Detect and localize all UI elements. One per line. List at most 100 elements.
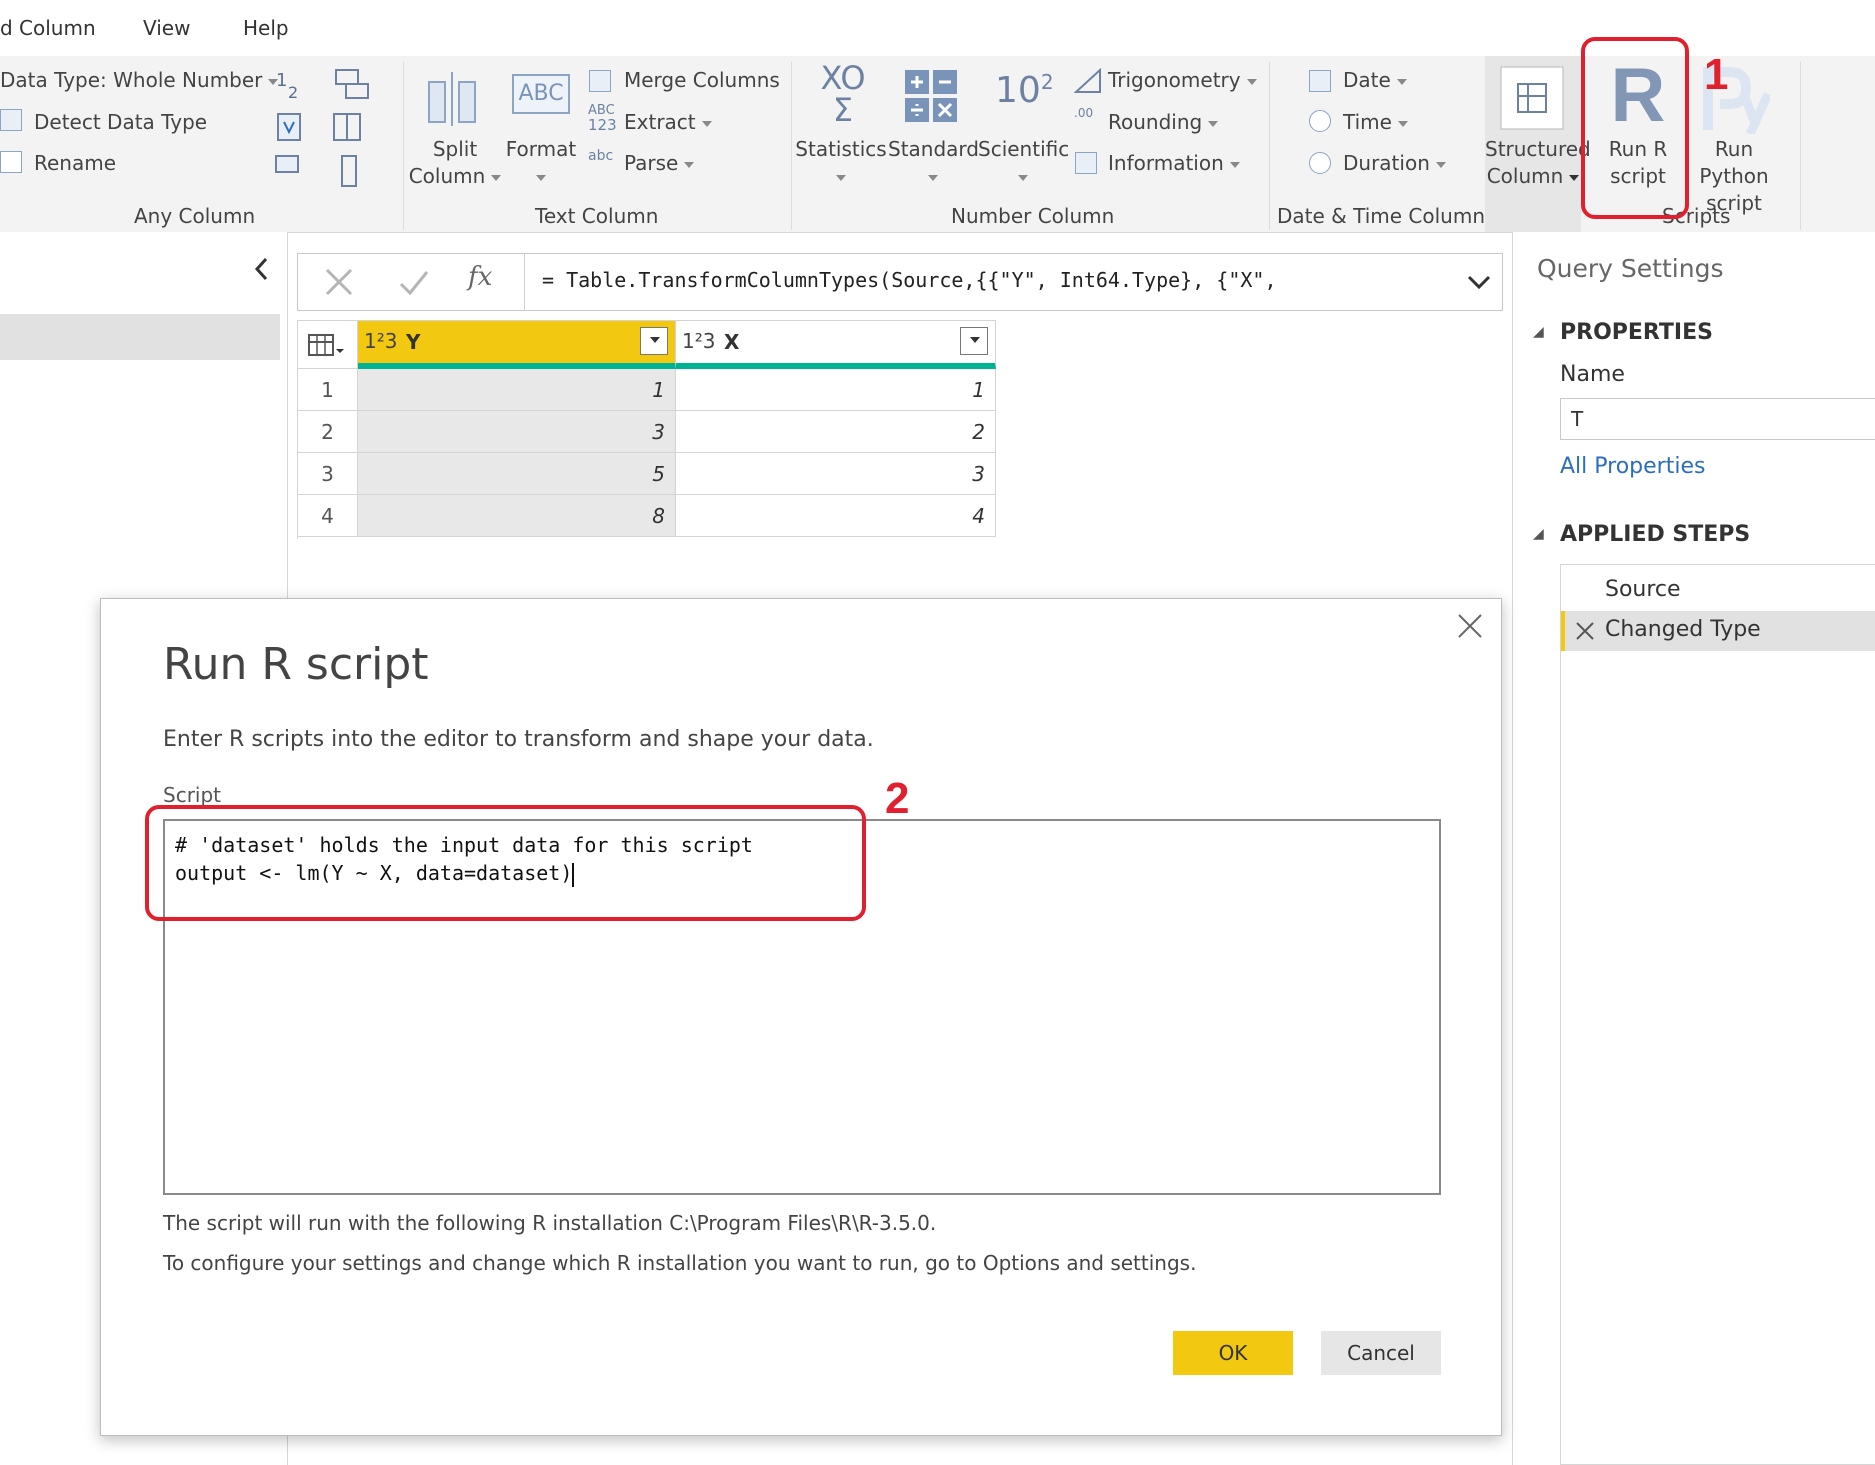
structured-column-label-line1: Structured	[1485, 137, 1591, 161]
cancel-x-icon[interactable]	[323, 266, 355, 298]
duration-label: Duration	[1343, 151, 1430, 175]
standard-icon	[905, 70, 957, 122]
time-label: Time	[1343, 110, 1392, 134]
datetime-column-group-label: Date & Time Column	[1277, 204, 1486, 228]
scientific-button[interactable]: Scientific	[978, 136, 1069, 190]
cell-x[interactable]: 3	[676, 453, 996, 495]
cell-y[interactable]: 5	[358, 453, 676, 495]
table-row[interactable]: 1 1 1	[298, 369, 996, 411]
extract-button[interactable]: Extract	[624, 110, 712, 134]
cell-y[interactable]: 8	[358, 495, 676, 537]
text-column-group-label: Text Column	[535, 204, 659, 228]
collapse-triangle-icon[interactable]: ◢	[1533, 526, 1544, 542]
data-type-dropdown[interactable]: Data Type: Whole Number	[0, 68, 279, 92]
group-divider	[791, 62, 792, 230]
cell-x[interactable]: 4	[676, 495, 996, 537]
collapse-triangle-icon[interactable]: ◢	[1533, 324, 1544, 340]
clock-icon	[1309, 110, 1331, 132]
split-column-label-line1: Split	[432, 137, 478, 161]
information-button[interactable]: Information	[1108, 151, 1240, 175]
expand-formula-chevron-down-icon[interactable]	[1466, 272, 1492, 292]
fx-icon[interactable]: fx	[468, 262, 492, 292]
chevron-down-icon	[1569, 174, 1580, 181]
trigonometry-button[interactable]: Trigonometry	[1108, 68, 1257, 92]
information-icon	[1075, 152, 1097, 174]
name-input[interactable]: T	[1560, 398, 1875, 440]
column-header-x-label: X	[724, 330, 740, 354]
merge-columns-button[interactable]: Merge Columns	[624, 68, 780, 92]
format-button[interactable]: Format	[505, 136, 577, 190]
chevron-down-icon	[1229, 161, 1240, 168]
group-divider	[1800, 62, 1801, 230]
menu-help[interactable]: Help	[243, 16, 289, 40]
any-column-icon-cluster[interactable]: 1 2	[272, 64, 392, 194]
cell-x[interactable]: 2	[676, 411, 996, 453]
menu-view[interactable]: View	[143, 16, 190, 40]
split-column-label-line2: Column	[408, 164, 486, 188]
date-button[interactable]: Date	[1343, 68, 1407, 92]
table-row[interactable]: 4 8 4	[298, 495, 996, 537]
commit-check-icon[interactable]	[398, 266, 430, 298]
query-settings-title: Query Settings	[1537, 254, 1724, 283]
duration-button[interactable]: Duration	[1343, 151, 1446, 175]
cell-y[interactable]: 3	[358, 411, 676, 453]
step-label: Changed Type	[1605, 617, 1761, 642]
annotation-marker-2: 2	[885, 774, 910, 823]
merge-columns-icon	[589, 70, 611, 92]
step-item-selected[interactable]: Changed Type	[1561, 611, 1875, 651]
dialog-description: Enter R scripts into the editor to trans…	[163, 727, 874, 752]
column-header-y[interactable]: 1²3 Y	[358, 321, 676, 369]
formula-text[interactable]: = Table.TransformColumnTypes(Source,{{"Y…	[542, 268, 1277, 292]
step-item[interactable]: Source	[1561, 571, 1875, 611]
standard-label: Standard	[888, 137, 979, 161]
type-badge-whole-number[interactable]: 1²3	[364, 329, 397, 353]
rounding-icon-text: .00	[1074, 106, 1094, 120]
all-properties-link[interactable]: All Properties	[1560, 454, 1705, 479]
parse-button[interactable]: Parse	[624, 151, 695, 175]
cell-y[interactable]: 1	[358, 369, 676, 411]
rename-icon	[0, 151, 22, 173]
menu-add-column[interactable]: d Column	[0, 16, 96, 40]
filter-dropdown-y[interactable]	[640, 327, 668, 355]
statistics-button[interactable]: Statistics	[795, 136, 887, 190]
applied-steps-list: Source Changed Type	[1560, 564, 1875, 1465]
table-menu-corner[interactable]	[298, 321, 358, 369]
trigonometry-label: Trigonometry	[1108, 68, 1241, 92]
column-header-x[interactable]: 1²3 X	[676, 321, 996, 369]
time-button[interactable]: Time	[1343, 110, 1408, 134]
delete-step-x-icon[interactable]	[1575, 621, 1595, 641]
table-row[interactable]: 3 5 3	[298, 453, 996, 495]
collapse-chevron-left-icon[interactable]	[252, 256, 272, 282]
step-label: Source	[1605, 577, 1681, 602]
extract-label: Extract	[624, 110, 696, 134]
standard-button[interactable]: Standard	[888, 136, 979, 190]
statistics-icon: XO Σ	[813, 62, 873, 126]
rounding-icon: .00	[1074, 106, 1093, 120]
number-column-group-label: Number Column	[951, 204, 1115, 228]
chevron-down-icon	[970, 337, 980, 343]
split-column-button[interactable]: Split Column	[405, 136, 505, 190]
structured-column-button[interactable]: Structured Column	[1485, 136, 1591, 190]
column-header-y-label: Y	[406, 330, 421, 354]
query-list-item-selected[interactable]	[0, 314, 280, 360]
type-badge-whole-number[interactable]: 1²3	[682, 329, 715, 353]
close-icon[interactable]	[1457, 613, 1483, 639]
format-label: Format	[505, 137, 577, 161]
rounding-button[interactable]: Rounding	[1108, 110, 1219, 134]
table-row[interactable]: 2 3 2	[298, 411, 996, 453]
svg-text:2: 2	[288, 83, 298, 102]
data-type-label: Data Type: Whole Number	[0, 68, 263, 92]
detect-data-type-button[interactable]: Detect Data Type	[34, 110, 207, 134]
svg-text:1: 1	[276, 70, 287, 91]
cancel-button[interactable]: Cancel	[1321, 1331, 1441, 1375]
applied-steps-heading: APPLIED STEPS	[1560, 522, 1751, 547]
chevron-down-icon	[1435, 161, 1446, 168]
data-grid: 1²3 Y 1²3 X 1 1 1 2 3 2 3 5 3 4 8 4	[297, 320, 996, 539]
filter-dropdown-x[interactable]	[960, 327, 988, 355]
run-r-script-dialog: Run R script Enter R scripts into the ed…	[100, 598, 1502, 1436]
cell-x[interactable]: 1	[676, 369, 996, 411]
rename-button[interactable]: Rename	[34, 151, 116, 175]
parse-label: Parse	[624, 151, 679, 175]
ok-button[interactable]: OK	[1173, 1331, 1293, 1375]
query-settings-panel: Query Settings ◢ PROPERTIES Name T All P…	[1512, 232, 1875, 1465]
